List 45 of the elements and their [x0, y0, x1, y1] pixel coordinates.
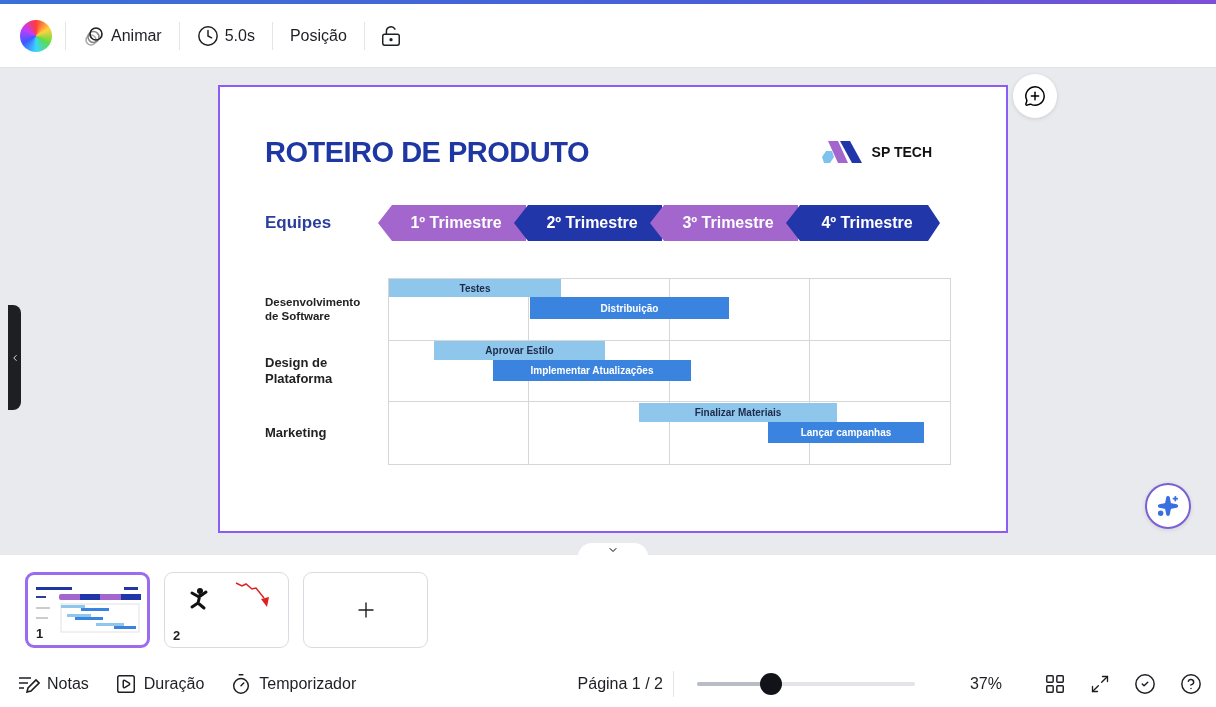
clock-icon: [196, 24, 219, 47]
team-label: Design de Plataforma: [265, 354, 334, 388]
magic-button[interactable]: [1145, 483, 1191, 529]
duration-toggle-button[interactable]: Duração: [114, 672, 205, 695]
zoom-reading: 37%: [969, 674, 1002, 693]
position-button[interactable]: Posição: [285, 22, 351, 49]
color-picker-button[interactable]: [20, 19, 52, 52]
play-square-icon: [114, 672, 137, 695]
sparkles-icon: [1157, 495, 1179, 517]
notes-button[interactable]: Notas: [18, 674, 89, 693]
animate-icon: [83, 24, 105, 47]
quarter-header: 3º Trimestre: [650, 205, 798, 241]
task-bar: Testes: [389, 279, 561, 297]
team-label: Marketing: [265, 424, 328, 442]
task-bar: Distribuição: [530, 297, 729, 319]
grid-icon: [1044, 672, 1066, 695]
comment-plus-icon: [1024, 85, 1046, 107]
lock-icon: [379, 24, 402, 47]
add-comment-button[interactable]: [1013, 74, 1057, 118]
check-circle-icon: [1134, 672, 1156, 695]
quarter-header: 2º Trimestre: [514, 205, 662, 241]
timer-button[interactable]: Temporizador: [230, 672, 357, 695]
animate-button[interactable]: Animar: [79, 20, 166, 51]
page-number: 2: [173, 628, 181, 643]
slide-title: ROTEIRO DE PRODUTO: [265, 135, 589, 169]
help-icon: [1180, 672, 1202, 695]
teams-label: Equipes: [265, 213, 333, 233]
task-bar: Implementar Atualizações: [493, 360, 691, 381]
logo-icon: [819, 139, 864, 165]
duration-button[interactable]: 5.0s: [192, 20, 259, 51]
task-bar: Aprovar Estilo: [434, 341, 605, 360]
page-thumbnail[interactable]: 1: [25, 572, 150, 648]
logo-text: SP TECH: [871, 144, 932, 160]
task-bar: Finalizar Materiais: [639, 403, 837, 422]
quarter-header: 1º Trimestre: [378, 205, 526, 241]
page-thumbnail[interactable]: 2: [164, 572, 289, 648]
quarter-header: 4º Trimestre: [786, 205, 940, 241]
zoom-slider-thumb[interactable]: [760, 672, 783, 695]
team-label: Desenvolvimento de Software: [265, 294, 362, 324]
page-number: 1: [36, 626, 44, 641]
side-panel-handle[interactable]: [8, 305, 21, 410]
expand-icon: [1090, 673, 1110, 694]
page-indicator: Página 1 / 2: [577, 674, 663, 693]
task-bar: Lançar campanhas: [768, 422, 924, 443]
notes-icon: [18, 674, 40, 693]
